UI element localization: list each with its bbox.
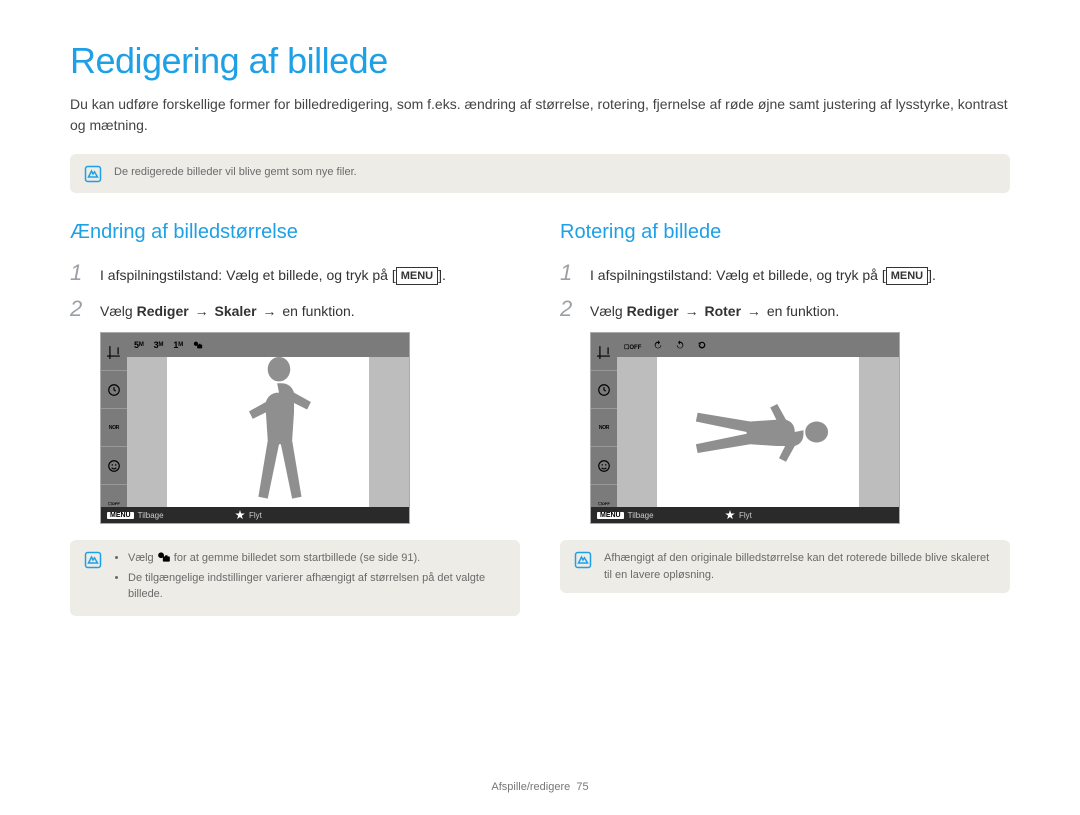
page-intro: Du kan udføre forskellige former for bil… — [70, 94, 1010, 136]
lcd-left-menu: NOR ☐OFF — [591, 333, 617, 523]
arrow-icon: → — [679, 303, 705, 319]
menu-label-icon: MENU — [107, 512, 134, 519]
step2-roter: Roter — [704, 303, 741, 319]
arrow-icon: → — [257, 303, 283, 319]
section-resize: Ændring af billedstørrelse 1 I afspilnin… — [70, 221, 520, 644]
lcd-mock-resize: NOR ☐OFF 5ᴹ 3ᴹ 1ᴹ 2048 X 1536 — [100, 332, 410, 524]
step-number: 2 — [560, 296, 578, 322]
lcd-footer-back: Tilbage — [138, 511, 164, 520]
lcd-top-opt-icon — [190, 338, 206, 353]
step2-rediger: Rediger — [137, 303, 189, 319]
lcd-top-off: ☐OFF — [621, 336, 644, 354]
menu-label-icon: MENU — [597, 512, 624, 519]
silhouette-icon — [224, 357, 334, 507]
silhouette-rotated-icon — [688, 387, 828, 477]
lcd-icon-nor: NOR — [101, 409, 127, 447]
step2-suffix: en funktion. — [767, 303, 839, 319]
note-icon — [84, 551, 102, 569]
resize-note-item: Vælg for at gemme billedet som startbill… — [128, 550, 506, 567]
resize-step-1: 1 I afspilningstilstand: Vælg et billede… — [70, 260, 520, 286]
rotate-left-icon — [672, 336, 688, 354]
lcd-icon-face — [101, 447, 127, 485]
resize-step-2: 2 Vælg Rediger → Skaler → en funktion. — [70, 296, 520, 322]
lcd-footer-back: Tilbage — [628, 511, 654, 520]
resize-note: Vælg for at gemme billedet som startbill… — [70, 540, 520, 616]
page-title: Redigering af billede — [70, 40, 1010, 82]
step2-suffix: en funktion. — [282, 303, 354, 319]
step-number: 1 — [70, 260, 88, 286]
step-text-after: ]. — [438, 267, 446, 283]
resize-note-item: De tilgængelige indstillinger varierer a… — [128, 570, 506, 603]
step-text: I afspilningstilstand: Vælg et billede, … — [100, 267, 396, 283]
top-note-text: De redigerede billeder vil blive gemt so… — [114, 164, 357, 181]
step2-prefix: Vælg — [100, 303, 137, 319]
arrow-icon: → — [189, 303, 215, 319]
lcd-footer-move: Flyt — [249, 511, 262, 520]
lcd-topbar: 5ᴹ 3ᴹ 1ᴹ — [127, 333, 409, 358]
menu-key: MENU — [396, 267, 438, 285]
startimage-icon — [157, 551, 171, 563]
lcd-footer: MENU Tilbage Flyt — [591, 507, 899, 523]
rotate-note-text: Afhængigt af den originale billedstørrel… — [604, 550, 996, 583]
step-text-after: ]. — [928, 267, 936, 283]
lcd-top-opt: 5ᴹ — [131, 338, 147, 352]
arrow-icon: → — [741, 303, 767, 319]
footer-page: 75 — [576, 781, 588, 793]
step-number: 1 — [560, 260, 578, 286]
lcd-top-opt: 1ᴹ — [170, 338, 186, 352]
menu-key: MENU — [886, 267, 928, 285]
lcd-icon-crop — [101, 333, 127, 371]
page-footer: Afspille/redigere 75 — [0, 781, 1080, 793]
resize-heading: Ændring af billedstørrelse — [70, 221, 520, 244]
lcd-footer: MENU Tilbage Flyt — [101, 507, 409, 523]
note-icon — [574, 551, 592, 569]
lcd-icon-clock — [101, 371, 127, 409]
lcd-topbar-rotate: ☐OFF — [617, 333, 899, 358]
step2-skaler: Skaler — [214, 303, 256, 319]
lcd-icon-crop — [591, 333, 617, 371]
lcd-top-opt: 3ᴹ — [151, 338, 167, 352]
lcd-footer-move: Flyt — [739, 511, 752, 520]
top-note: De redigerede billeder vil blive gemt so… — [70, 154, 1010, 193]
dpad-icon — [725, 510, 735, 520]
rotate-180-icon — [694, 336, 710, 354]
rotate-step-1: 1 I afspilningstilstand: Vælg et billede… — [560, 260, 1010, 286]
section-rotate: Rotering af billede 1 I afspilningstilst… — [560, 221, 1010, 644]
lcd-mock-rotate: NOR ☐OFF ☐OFF Right 90° — [590, 332, 900, 524]
lcd-left-menu: NOR ☐OFF — [101, 333, 127, 523]
lcd-icon-clock — [591, 371, 617, 409]
step-number: 2 — [70, 296, 88, 322]
note-icon — [84, 165, 102, 183]
lcd-icon-nor: NOR — [591, 409, 617, 447]
rotate-right-icon — [650, 336, 666, 354]
lcd-icon-face — [591, 447, 617, 485]
step-text: I afspilningstilstand: Vælg et billede, … — [590, 267, 886, 283]
footer-section: Afspille/redigere — [491, 781, 570, 793]
step2-prefix: Vælg — [590, 303, 627, 319]
dpad-icon — [235, 510, 245, 520]
step2-rediger: Rediger — [627, 303, 679, 319]
rotate-heading: Rotering af billede — [560, 221, 1010, 244]
rotate-note: Afhængigt af den originale billedstørrel… — [560, 540, 1010, 593]
rotate-step-2: 2 Vælg Rediger → Roter → en funktion. — [560, 296, 1010, 322]
